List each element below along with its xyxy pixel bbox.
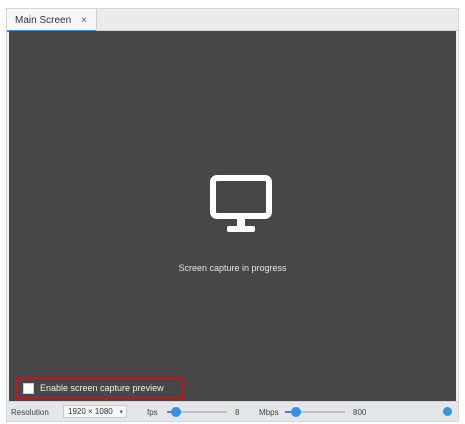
monitor-icon [210,175,272,232]
screen-preview-area: Screen capture in progress Enable screen… [9,31,456,401]
tab-bar: Main Screen × [7,9,458,32]
mbps-slider[interactable] [285,407,345,417]
fps-slider-thumb[interactable] [171,407,181,417]
resolution-select[interactable]: 1920 × 1080 ▾ [63,405,127,418]
resolution-value: 1920 × 1080 [68,407,113,416]
fps-value: 8 [235,407,240,417]
capture-status-text: Screen capture in progress [178,263,287,273]
mbps-label: Mbps [259,407,279,417]
status-indicator-icon[interactable] [443,407,452,416]
fps-label: fps [147,407,158,417]
enable-preview-checkbox[interactable] [23,382,34,394]
enable-preview-label[interactable]: Enable screen capture preview [40,383,164,393]
enable-preview-option[interactable]: Enable screen capture preview [15,377,183,399]
tab-main-screen[interactable]: Main Screen × [7,9,97,32]
mbps-value: 800 [353,407,367,417]
status-bar: Resolution 1920 × 1080 ▾ fps 8 Mbps 800 [7,401,458,421]
tab-title: Main Screen [15,14,72,26]
chevron-down-icon: ▾ [119,408,123,416]
resolution-label: Resolution [11,407,49,417]
close-icon[interactable]: × [81,15,87,26]
fps-slider[interactable] [167,407,227,417]
mbps-slider-thumb[interactable] [290,407,301,417]
main-screen-window: Main Screen × Screen capture in progress… [6,8,459,422]
